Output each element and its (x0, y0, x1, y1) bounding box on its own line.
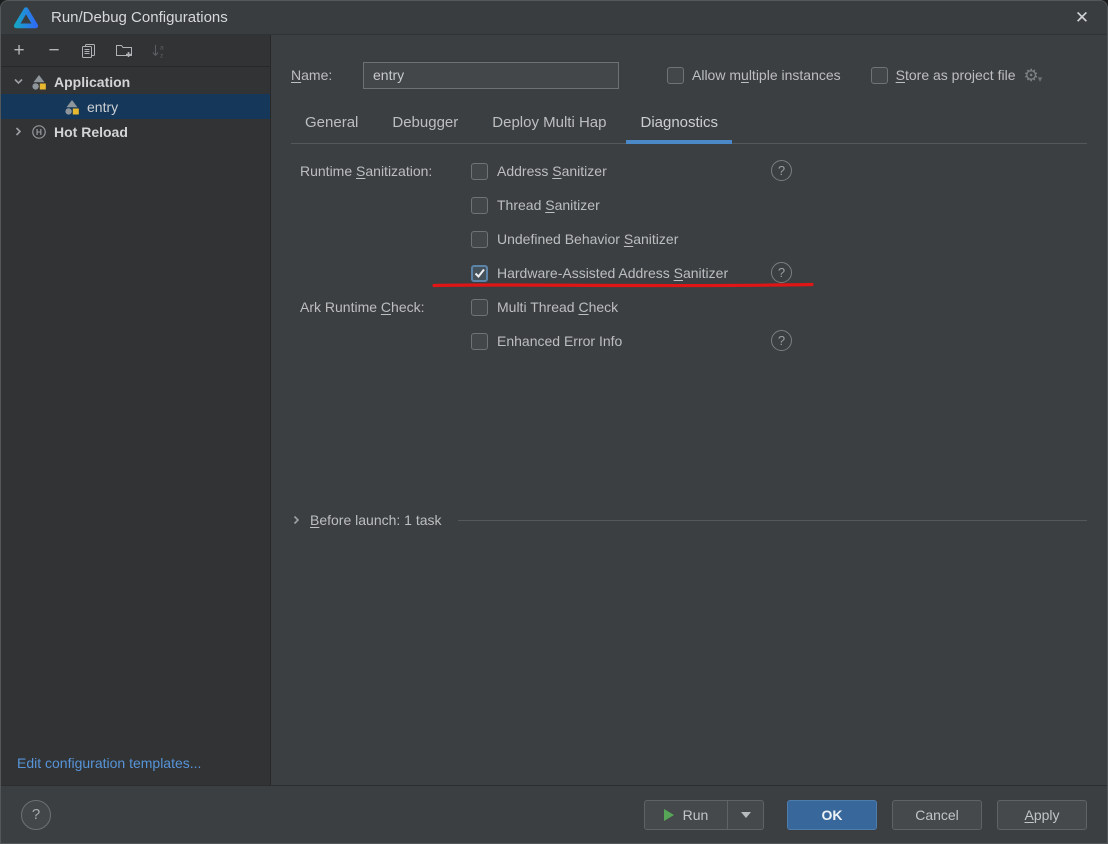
address-sanitizer-label: Address Sanitizer (497, 163, 607, 179)
help-icon[interactable]: ? (771, 262, 792, 283)
edit-configuration-templates-link[interactable]: Edit configuration templates... (1, 755, 270, 785)
titlebar: Run/Debug Configurations ✕ (1, 1, 1107, 35)
tree-item-application[interactable]: Application (1, 69, 270, 94)
run-button[interactable]: Run (644, 800, 728, 830)
tree-item-hot-reload[interactable]: H Hot Reload (1, 119, 270, 144)
ark-runtime-check-section: Ark Runtime Check: Multi Thread Check (291, 290, 1087, 358)
enhanced-error-info-checkbox[interactable] (471, 333, 488, 350)
tree-item-label: Application (54, 74, 130, 90)
ark-runtime-check-options: Multi Thread Check Enhanced Error Info ? (471, 290, 1087, 358)
run-split-button: Run (644, 800, 764, 830)
hardware-assisted-address-sanitizer-label: Hardware-Assisted Address Sanitizer (497, 265, 728, 281)
store-as-project-file-option[interactable]: Store as project file (871, 67, 1016, 84)
tab-deploy-multi-hap[interactable]: Deploy Multi Hap (478, 107, 620, 143)
ark-runtime-check-label: Ark Runtime Check: (291, 290, 471, 358)
tree-item-label: entry (87, 99, 118, 115)
before-launch-separator (458, 520, 1087, 521)
diagnostics-form: Runtime Sanitization: Address Sanitizer … (291, 154, 1087, 528)
gear-caret-icon: ▾ (1038, 75, 1043, 84)
footer-buttons: Run OK Cancel Apply (644, 800, 1087, 830)
undefined-behavior-sanitizer-checkbox[interactable] (471, 231, 488, 248)
red-underline-annotation (432, 281, 814, 290)
add-configuration-icon[interactable]: + (10, 42, 28, 60)
runtime-sanitization-section: Runtime Sanitization: Address Sanitizer … (291, 154, 1087, 290)
allow-multiple-instances-label: Allow multiple instances (692, 67, 841, 83)
store-options-gear-icon[interactable]: ⚙▾ (1023, 67, 1042, 84)
enhanced-error-info-row: Enhanced Error Info ? (471, 324, 1087, 358)
runtime-sanitization-options: Address Sanitizer ? Thread Sanitizer (471, 154, 1087, 290)
thread-sanitizer-label: Thread Sanitizer (497, 197, 600, 213)
name-input[interactable] (363, 62, 619, 89)
remove-configuration-icon[interactable]: − (45, 42, 63, 60)
dialog-footer: ? Run OK Cancel Apply (1, 785, 1107, 843)
sort-configurations-icon[interactable]: a z (150, 42, 168, 60)
name-label: Name: (291, 67, 343, 83)
before-launch-label: Before launch: 1 task (310, 512, 442, 528)
undefined-behavior-sanitizer-row: Undefined Behavior Sanitizer (471, 222, 1087, 256)
enhanced-error-info-label: Enhanced Error Info (497, 333, 622, 349)
dialog-body: + − (1, 35, 1107, 785)
configurations-tree: Application entry (1, 67, 270, 144)
multi-thread-check-label: Multi Thread Check (497, 299, 618, 315)
undefined-behavior-sanitizer-label: Undefined Behavior Sanitizer (497, 231, 678, 247)
copy-configuration-icon[interactable] (80, 42, 98, 60)
ok-button[interactable]: OK (787, 800, 877, 830)
tree-item-label: Hot Reload (54, 124, 128, 140)
address-sanitizer-row: Address Sanitizer ? (471, 154, 1087, 188)
configuration-editor: Name: Allow multiple instances Store as … (271, 35, 1107, 785)
run-play-icon (664, 809, 674, 821)
chevron-right-icon[interactable] (291, 515, 302, 526)
before-launch-row[interactable]: Before launch: 1 task (291, 512, 1087, 528)
configuration-tabs: General Debugger Deploy Multi Hap Diagno… (291, 107, 1087, 144)
tree-item-entry[interactable]: entry (1, 94, 270, 119)
app-logo-icon (13, 6, 39, 30)
thread-sanitizer-row: Thread Sanitizer (471, 188, 1087, 222)
gear-glyph: ⚙ (1023, 67, 1038, 84)
tab-debugger[interactable]: Debugger (378, 107, 472, 143)
runtime-sanitization-label: Runtime Sanitization: (291, 154, 471, 290)
application-type-icon (31, 74, 47, 90)
help-icon[interactable]: ? (771, 330, 792, 351)
store-as-project-file-checkbox[interactable] (871, 67, 888, 84)
name-row: Name: Allow multiple instances Store as … (291, 61, 1087, 89)
thread-sanitizer-checkbox[interactable] (471, 197, 488, 214)
run-debug-configurations-dialog: Run/Debug Configurations ✕ + − (0, 0, 1108, 844)
multi-thread-check-row: Multi Thread Check (471, 290, 1087, 324)
svg-text:z: z (160, 52, 163, 59)
allow-multiple-instances-option[interactable]: Allow multiple instances (667, 67, 841, 84)
apply-button[interactable]: Apply (997, 800, 1087, 830)
hardware-assisted-address-sanitizer-checkbox[interactable] (471, 265, 488, 282)
svg-text:H: H (36, 127, 42, 137)
address-sanitizer-checkbox[interactable] (471, 163, 488, 180)
run-dropdown-button[interactable] (727, 800, 764, 830)
tab-general[interactable]: General (291, 107, 372, 143)
store-as-project-file-label: Store as project file (896, 67, 1016, 83)
tab-diagnostics[interactable]: Diagnostics (626, 107, 732, 143)
help-button[interactable]: ? (21, 800, 51, 830)
close-icon[interactable]: ✕ (1067, 4, 1097, 32)
hot-reload-icon: H (31, 124, 47, 140)
dialog-title: Run/Debug Configurations (51, 9, 228, 26)
application-type-icon (64, 99, 80, 115)
svg-text:a: a (160, 44, 164, 51)
save-configuration-folder-icon[interactable] (115, 42, 133, 60)
multi-thread-check-checkbox[interactable] (471, 299, 488, 316)
run-button-label: Run (683, 807, 709, 823)
help-icon[interactable]: ? (771, 160, 792, 181)
hardware-assisted-address-sanitizer-row: Hardware-Assisted Address Sanitizer ? (471, 256, 1087, 290)
allow-multiple-instances-checkbox[interactable] (667, 67, 684, 84)
configurations-toolbar: + − (1, 35, 270, 67)
cancel-button[interactable]: Cancel (892, 800, 982, 830)
chevron-down-icon (741, 812, 751, 818)
chevron-right-icon[interactable] (13, 126, 24, 137)
chevron-down-icon[interactable] (13, 76, 24, 87)
configurations-sidebar: + − (1, 35, 271, 785)
